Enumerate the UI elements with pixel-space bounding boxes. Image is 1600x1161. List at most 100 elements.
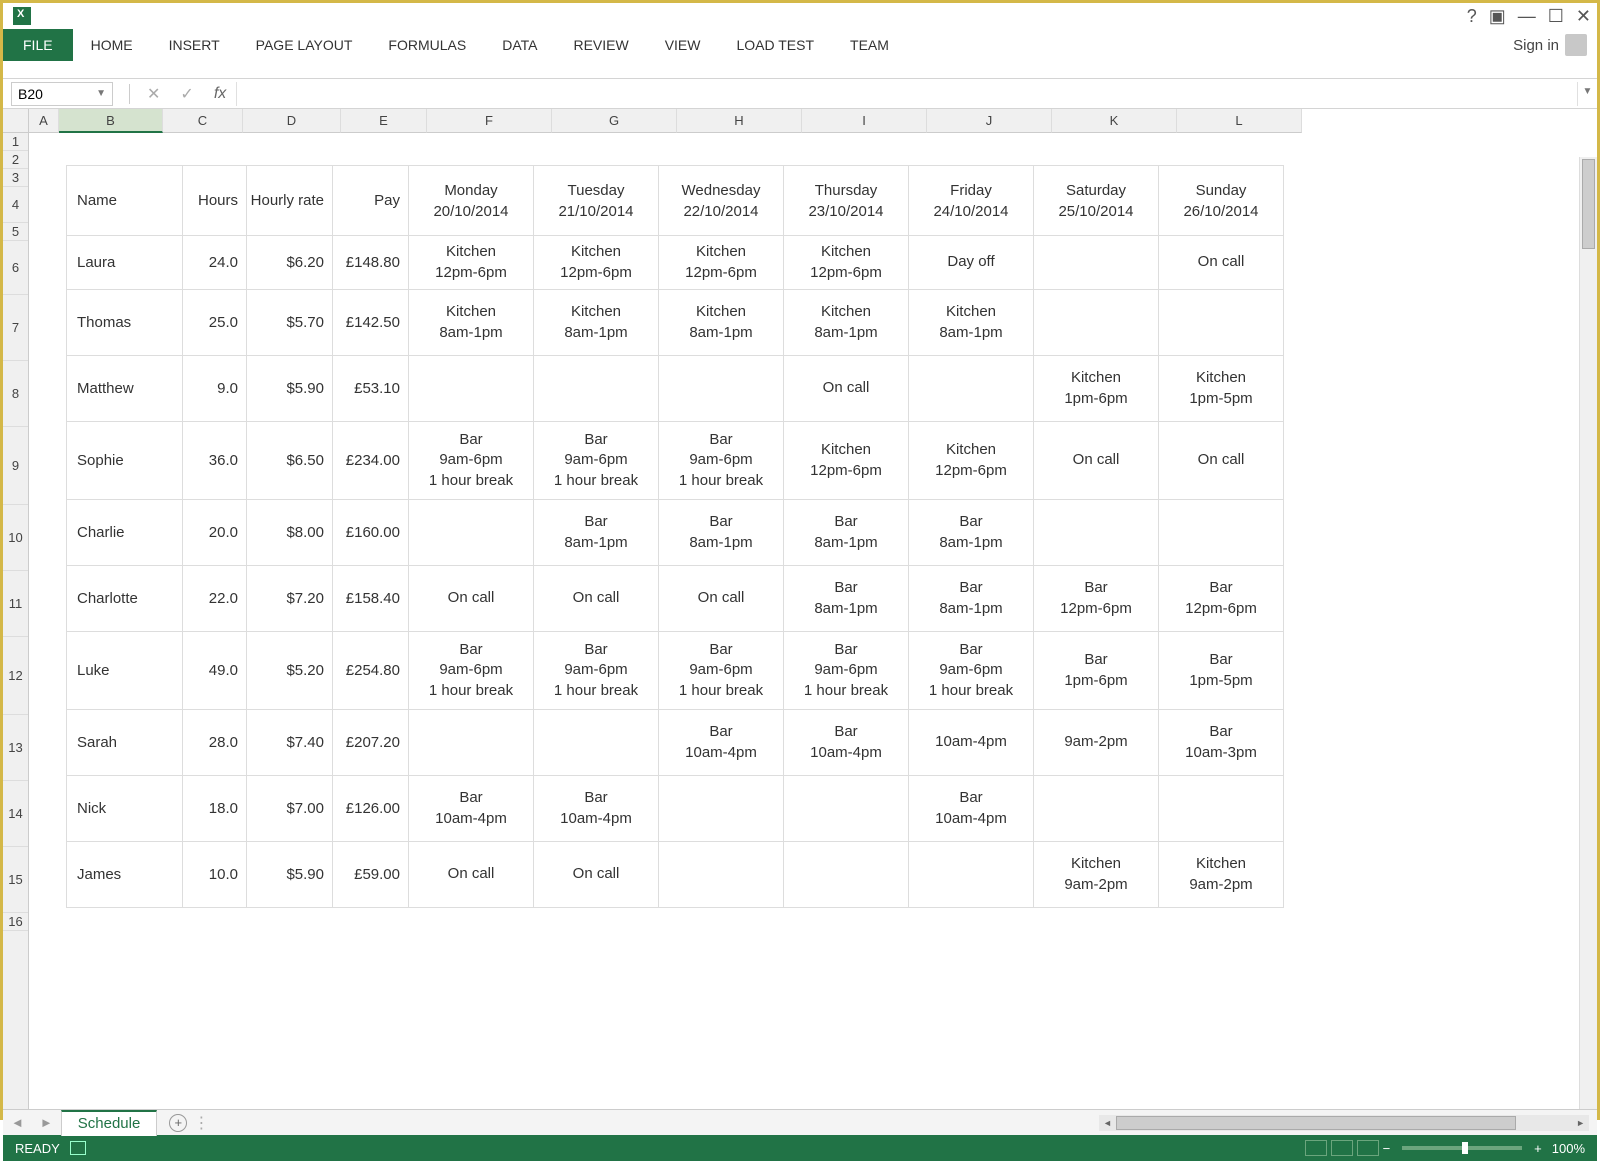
cell-shift[interactable] bbox=[1159, 776, 1284, 842]
cell-shift[interactable]: 10am-4pm bbox=[909, 710, 1034, 776]
cell-shift[interactable] bbox=[534, 356, 659, 422]
zoom-out[interactable]: − bbox=[1383, 1141, 1391, 1156]
ribbon-tab-page-layout[interactable]: PAGE LAYOUT bbox=[238, 29, 371, 61]
cell-shift[interactable]: Bar 9am-6pm 1 hour break bbox=[409, 632, 534, 710]
cell-shift[interactable]: On call bbox=[534, 842, 659, 908]
cell-shift[interactable]: Bar 8am-1pm bbox=[659, 500, 784, 566]
file-tab[interactable]: FILE bbox=[3, 29, 73, 61]
cell-shift[interactable] bbox=[659, 842, 784, 908]
row-header-3[interactable]: 3 bbox=[3, 169, 28, 187]
normal-view-icon[interactable] bbox=[1305, 1140, 1327, 1156]
cell-rate[interactable]: $6.20 bbox=[247, 236, 333, 290]
cell-shift[interactable]: On call bbox=[534, 566, 659, 632]
cell-shift[interactable]: Bar 9am-6pm 1 hour break bbox=[659, 422, 784, 500]
cell-name[interactable]: Charlie bbox=[67, 500, 183, 566]
formula-input[interactable] bbox=[236, 82, 1577, 106]
cell-hours[interactable]: 22.0 bbox=[183, 566, 247, 632]
cell-shift[interactable]: 9am-2pm bbox=[1034, 710, 1159, 776]
cell-shift[interactable]: Bar 10am-4pm bbox=[534, 776, 659, 842]
chevron-down-icon[interactable]: ▼ bbox=[96, 88, 106, 99]
col-header-G[interactable]: G bbox=[552, 109, 677, 133]
cell-shift[interactable] bbox=[1159, 290, 1284, 356]
ribbon-tab-view[interactable]: VIEW bbox=[647, 29, 719, 61]
ribbon-tab-data[interactable]: DATA bbox=[484, 29, 555, 61]
cell-shift[interactable]: Kitchen 1pm-5pm bbox=[1159, 356, 1284, 422]
col-header-F[interactable]: F bbox=[427, 109, 552, 133]
col-header-C[interactable]: C bbox=[163, 109, 243, 133]
expand-formula-bar-icon[interactable]: ▼ bbox=[1577, 82, 1597, 106]
cell-shift[interactable] bbox=[784, 842, 909, 908]
cell-rate[interactable]: $5.90 bbox=[247, 356, 333, 422]
cell-pay[interactable]: £254.80 bbox=[333, 632, 409, 710]
col-header-K[interactable]: K bbox=[1052, 109, 1177, 133]
row-header-5[interactable]: 5 bbox=[3, 223, 28, 241]
zoom-in[interactable]: + bbox=[1534, 1141, 1542, 1156]
cell-shift[interactable]: On call bbox=[1159, 422, 1284, 500]
cell-shift[interactable]: Kitchen 12pm-6pm bbox=[784, 422, 909, 500]
enter-formula-icon[interactable]: ✓ bbox=[170, 84, 203, 104]
cell-shift[interactable] bbox=[909, 842, 1034, 908]
cell-name[interactable]: Thomas bbox=[67, 290, 183, 356]
cell-shift[interactable]: Kitchen 8am-1pm bbox=[909, 290, 1034, 356]
cell-name[interactable]: Sophie bbox=[67, 422, 183, 500]
cell-rate[interactable]: $5.70 bbox=[247, 290, 333, 356]
cell-rate[interactable]: $8.00 bbox=[247, 500, 333, 566]
cell-shift[interactable]: Kitchen 9am-2pm bbox=[1034, 842, 1159, 908]
cell-rate[interactable]: $5.20 bbox=[247, 632, 333, 710]
cell-hours[interactable]: 20.0 bbox=[183, 500, 247, 566]
row-header-9[interactable]: 9 bbox=[3, 427, 28, 505]
cell-hours[interactable]: 25.0 bbox=[183, 290, 247, 356]
cells-area[interactable]: NameHoursHourly ratePayMonday20/10/2014T… bbox=[29, 133, 1597, 1109]
cell-shift[interactable]: Bar 10am-3pm bbox=[1159, 710, 1284, 776]
cell-shift[interactable] bbox=[784, 776, 909, 842]
cell-name[interactable]: Sarah bbox=[67, 710, 183, 776]
cell-shift[interactable]: Bar 10am-4pm bbox=[784, 710, 909, 776]
cell-pay[interactable]: £126.00 bbox=[333, 776, 409, 842]
cell-shift[interactable]: Bar 9am-6pm 1 hour break bbox=[659, 632, 784, 710]
cell-shift[interactable]: Bar 10am-4pm bbox=[659, 710, 784, 776]
cell-shift[interactable] bbox=[1034, 290, 1159, 356]
col-header-A[interactable]: A bbox=[29, 109, 59, 133]
cell-shift[interactable]: Bar 1pm-6pm bbox=[1034, 632, 1159, 710]
cell-shift[interactable] bbox=[659, 776, 784, 842]
row-header-2[interactable]: 2 bbox=[3, 151, 28, 169]
cell-hours[interactable]: 28.0 bbox=[183, 710, 247, 776]
page-break-view-icon[interactable] bbox=[1357, 1140, 1379, 1156]
zoom-level[interactable]: 100% bbox=[1552, 1141, 1585, 1156]
cell-shift[interactable] bbox=[1159, 500, 1284, 566]
cell-shift[interactable] bbox=[534, 710, 659, 776]
cell-pay[interactable]: £160.00 bbox=[333, 500, 409, 566]
cell-shift[interactable]: Day off bbox=[909, 236, 1034, 290]
close-icon[interactable]: ✕ bbox=[1576, 6, 1591, 27]
cell-rate[interactable]: $7.20 bbox=[247, 566, 333, 632]
cell-shift[interactable]: On call bbox=[1159, 236, 1284, 290]
cell-shift[interactable]: On call bbox=[784, 356, 909, 422]
ribbon-tab-load-test[interactable]: LOAD TEST bbox=[718, 29, 832, 61]
row-header-13[interactable]: 13 bbox=[3, 715, 28, 781]
cell-shift[interactable]: Kitchen 1pm-6pm bbox=[1034, 356, 1159, 422]
row-header-8[interactable]: 8 bbox=[3, 361, 28, 427]
cell-pay[interactable]: £158.40 bbox=[333, 566, 409, 632]
cell-shift[interactable]: Kitchen 12pm-6pm bbox=[409, 236, 534, 290]
cell-pay[interactable]: £234.00 bbox=[333, 422, 409, 500]
cell-name[interactable]: Matthew bbox=[67, 356, 183, 422]
col-header-D[interactable]: D bbox=[243, 109, 341, 133]
cell-rate[interactable]: $5.90 bbox=[247, 842, 333, 908]
cell-shift[interactable]: Bar 10am-4pm bbox=[409, 776, 534, 842]
cell-shift[interactable] bbox=[1034, 776, 1159, 842]
cell-shift[interactable] bbox=[1034, 500, 1159, 566]
cell-shift[interactable]: Bar 9am-6pm 1 hour break bbox=[409, 422, 534, 500]
cell-hours[interactable]: 49.0 bbox=[183, 632, 247, 710]
row-header-4[interactable]: 4 bbox=[3, 187, 28, 223]
cell-shift[interactable]: Bar 9am-6pm 1 hour break bbox=[784, 632, 909, 710]
cell-rate[interactable]: $7.40 bbox=[247, 710, 333, 776]
cell-shift[interactable]: Bar 8am-1pm bbox=[909, 500, 1034, 566]
cell-name[interactable]: Nick bbox=[67, 776, 183, 842]
add-sheet-button[interactable]: + bbox=[169, 1114, 187, 1132]
fx-icon[interactable]: fx bbox=[204, 85, 236, 103]
page-layout-view-icon[interactable] bbox=[1331, 1140, 1353, 1156]
cell-shift[interactable] bbox=[909, 356, 1034, 422]
ribbon-tab-team[interactable]: TEAM bbox=[832, 29, 907, 61]
cell-shift[interactable]: On call bbox=[409, 566, 534, 632]
cell-pay[interactable]: £53.10 bbox=[333, 356, 409, 422]
